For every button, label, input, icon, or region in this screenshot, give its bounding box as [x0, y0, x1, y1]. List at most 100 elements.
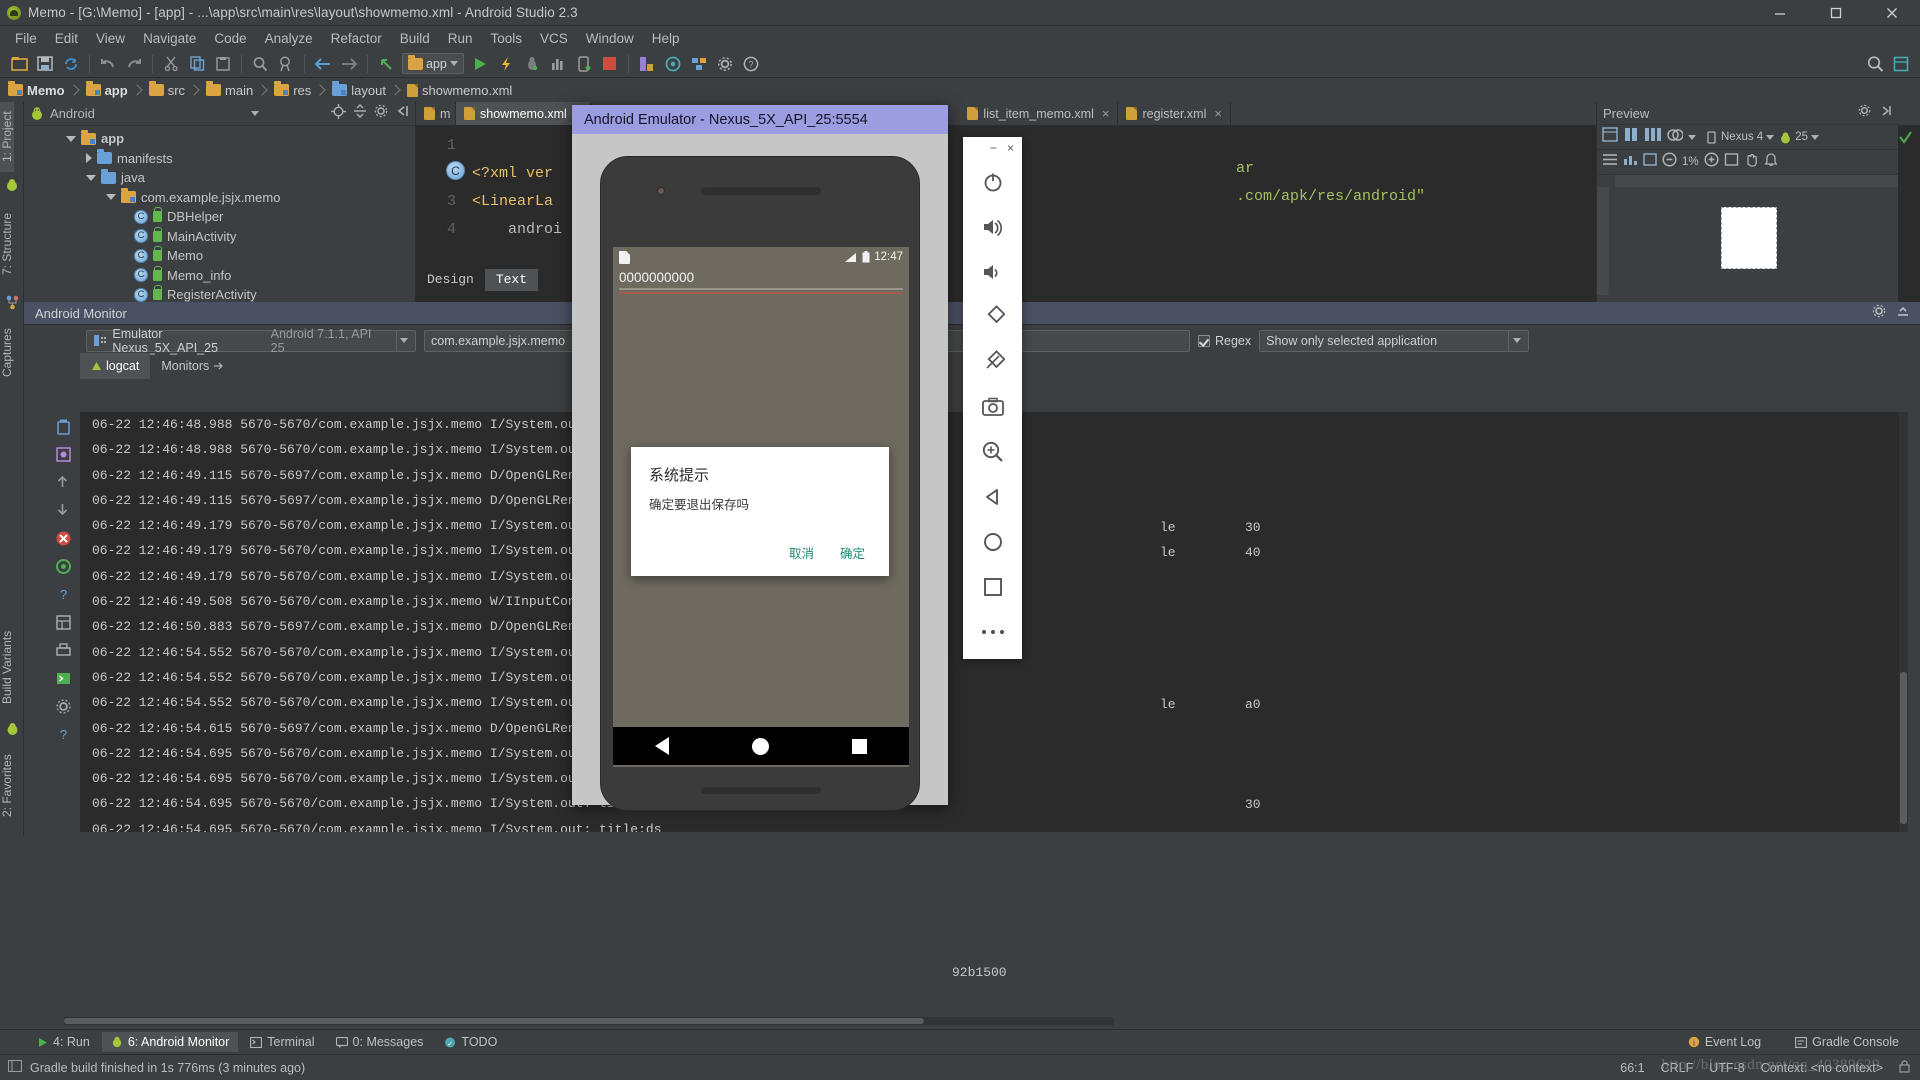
palette-list-icon[interactable] [1602, 153, 1618, 171]
menu-run[interactable]: Run [439, 29, 482, 48]
tree-item-memo[interactable]: C Memo [24, 246, 415, 266]
portrait-preview-icon[interactable] [1623, 127, 1639, 147]
menu-analyze[interactable]: Analyze [256, 29, 322, 48]
forward-navigate-icon[interactable] [336, 52, 362, 76]
system-dialog[interactable]: 系统提示 确定要退出保存吗 取消 确定 [631, 447, 889, 576]
zoom-in-icon[interactable] [1704, 152, 1719, 172]
emulator-back-button[interactable] [963, 474, 1022, 519]
logcat-horizontal-scrollbar[interactable] [64, 1017, 1114, 1025]
tree-item-java[interactable]: java [24, 168, 415, 188]
chevron-down-icon[interactable] [1688, 134, 1696, 140]
scroll-down-icon[interactable] [55, 502, 74, 521]
hide-panel-icon[interactable] [395, 104, 409, 123]
help-icon[interactable]: ? [55, 586, 74, 605]
tree-item-package[interactable]: com.example.jsjx.memo [24, 188, 415, 208]
scrollbar-thumb[interactable] [64, 1018, 924, 1024]
undo-icon[interactable] [95, 52, 121, 76]
editor-tab-register[interactable]: register.xml × [1118, 102, 1231, 125]
back-navigate-icon[interactable] [310, 52, 336, 76]
close-button[interactable] [1864, 0, 1920, 26]
hide-panel-icon[interactable] [1879, 104, 1892, 122]
tree-item-manifests[interactable]: manifests [24, 149, 415, 169]
chevron-down-icon[interactable] [250, 111, 259, 116]
collapse-all-icon[interactable] [353, 104, 367, 123]
gradle-console-button[interactable]: Gradle Console [1786, 1032, 1908, 1052]
rotate-left-button[interactable] [963, 294, 1022, 339]
layout-inspector-icon[interactable] [1888, 52, 1914, 76]
tool-window-android-monitor[interactable]: 6: Android Monitor [101, 1032, 239, 1052]
settings-gear-icon[interactable] [712, 52, 738, 76]
save-all-icon[interactable] [32, 52, 58, 76]
menu-navigate[interactable]: Navigate [134, 29, 205, 48]
run-configuration-selector[interactable]: app [402, 53, 464, 74]
run-icon[interactable] [467, 52, 493, 76]
tree-item-dbhelper[interactable]: C DBHelper [24, 207, 415, 227]
menu-vcs[interactable]: VCS [531, 29, 577, 48]
lock-icon[interactable] [1899, 1059, 1910, 1076]
stop-icon[interactable] [597, 52, 623, 76]
editor-tab-m[interactable]: m × [416, 102, 466, 125]
chevron-down-icon[interactable] [1810, 134, 1819, 140]
settings-gear-icon[interactable] [1858, 104, 1871, 122]
minimize-panel-icon[interactable] [1896, 304, 1910, 323]
status-toggle-icon[interactable] [7, 1059, 23, 1075]
minimize-button[interactable] [1752, 0, 1808, 26]
search-everywhere-icon[interactable] [1862, 52, 1888, 76]
emulator-home-button[interactable] [963, 519, 1022, 564]
sync-project-icon[interactable] [58, 52, 84, 76]
chart-icon[interactable] [1623, 153, 1638, 171]
screenshot-icon[interactable] [55, 446, 74, 465]
tool-window-messages[interactable]: 0: Messages [327, 1032, 433, 1052]
copy-icon[interactable] [184, 52, 210, 76]
menu-refactor[interactable]: Refactor [322, 29, 391, 48]
replace-icon[interactable] [273, 52, 299, 76]
attach-debugger-icon[interactable] [571, 52, 597, 76]
settings-gear-icon[interactable] [55, 698, 74, 717]
twisty-open-icon[interactable] [86, 174, 96, 181]
breadcrumb-item-memo[interactable]: Memo [8, 81, 86, 98]
zoom-button[interactable] [963, 429, 1022, 474]
preview-canvas[interactable] [1597, 175, 1898, 295]
extended-controls-button[interactable] [963, 609, 1022, 654]
multi-preview-icon[interactable] [1644, 127, 1662, 147]
scrollbar-thumb[interactable] [1900, 672, 1907, 824]
pan-hand-icon[interactable] [1744, 152, 1759, 172]
twisty-open-icon[interactable] [106, 194, 116, 201]
tool-window-terminal[interactable]: Terminal [241, 1032, 323, 1052]
tree-item-app[interactable]: app [24, 129, 415, 149]
chevron-down-icon[interactable] [1508, 330, 1524, 351]
close-icon[interactable]: × [1102, 106, 1110, 121]
settings-gear-icon[interactable] [1872, 304, 1886, 323]
memo-input-row[interactable]: 0000000000 [613, 267, 909, 294]
find-icon[interactable] [247, 52, 273, 76]
stop-process-icon[interactable] [55, 530, 74, 549]
context-help-icon[interactable]: ? [55, 726, 74, 745]
tool-window-structure[interactable]: 7: Structure [0, 198, 14, 290]
sdk-manager-icon[interactable] [634, 52, 660, 76]
tab-text[interactable]: Text [484, 269, 539, 291]
close-icon[interactable]: × [1214, 106, 1222, 121]
tool-window-build-variants[interactable]: Build Variants [0, 616, 14, 718]
open-project-icon[interactable] [6, 52, 32, 76]
print-icon[interactable] [55, 642, 74, 661]
tab-design[interactable]: Design [416, 269, 485, 291]
volume-down-button[interactable] [963, 249, 1022, 294]
event-log-button[interactable]: i Event Log [1679, 1032, 1770, 1052]
redo-icon[interactable] [121, 52, 147, 76]
tool-window-todo[interactable]: ✓ TODO [435, 1032, 506, 1052]
device-selector[interactable]: Emulator Nexus_5X_API_25 Android 7.1.1, … [86, 327, 416, 355]
tool-window-captures[interactable]: Captures [0, 316, 14, 390]
layout-variants-icon[interactable] [1602, 127, 1618, 147]
paste-icon[interactable] [210, 52, 236, 76]
breadcrumb-item-main[interactable]: main [206, 81, 274, 98]
emulator-overview-button[interactable] [963, 564, 1022, 609]
close-button[interactable]: × [1007, 141, 1014, 155]
home-button[interactable] [751, 737, 769, 755]
breadcrumb-item-src[interactable]: src [148, 81, 206, 98]
breadcrumb-item-app[interactable]: app [85, 81, 149, 98]
tool-window-run[interactable]: 4: Run [28, 1032, 99, 1052]
android-emulator-window[interactable]: Android Emulator - Nexus_5X_API_25:5554 … [572, 105, 948, 811]
dialog-confirm-button[interactable]: 确定 [830, 539, 875, 566]
screenshot-button[interactable] [963, 384, 1022, 429]
back-button[interactable] [654, 737, 669, 755]
